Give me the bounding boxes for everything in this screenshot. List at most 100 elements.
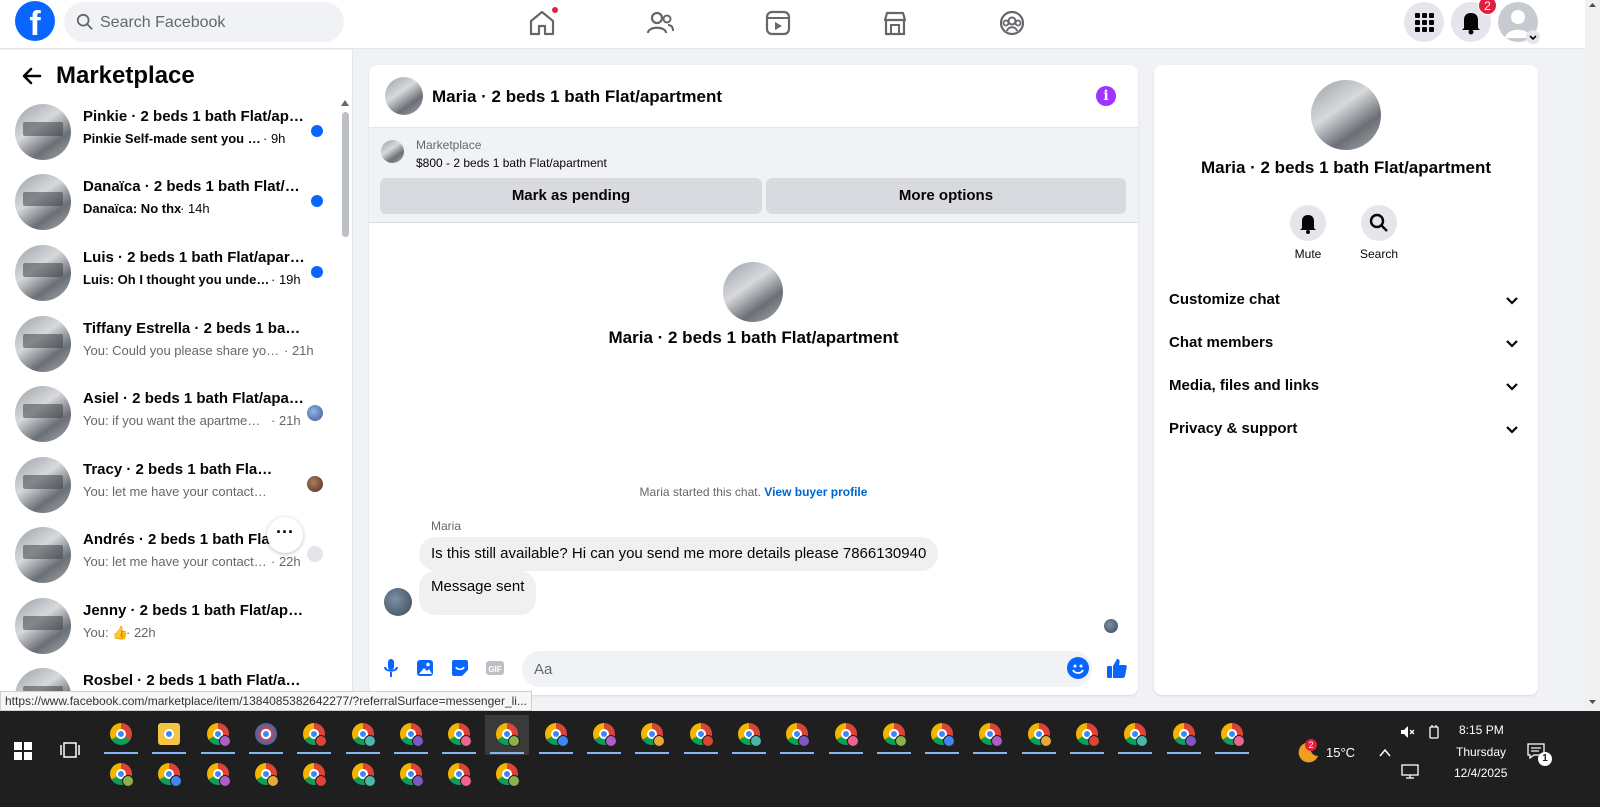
scroll-up-icon[interactable] <box>341 100 349 106</box>
taskbar-browser-window[interactable] <box>582 715 626 755</box>
conversation-item[interactable]: Danaïca · 2 beds 1 bath Flat/apartment D… <box>0 168 345 238</box>
taskbar-browser-window[interactable] <box>292 715 336 755</box>
media-files-links-section[interactable]: Media, files and links <box>1154 365 1538 408</box>
taskbar-browser-window[interactable] <box>1113 715 1157 755</box>
taskbar-browser-window[interactable] <box>244 755 288 795</box>
conversation-time: · 22h <box>271 554 301 569</box>
taskbar-browser-window[interactable] <box>485 755 529 795</box>
microphone-icon[interactable] <box>380 657 402 679</box>
message-input[interactable] <box>522 651 1092 687</box>
taskbar-browser-window[interactable] <box>824 715 868 755</box>
taskbar-browser-window[interactable] <box>99 715 143 755</box>
sticker-icon[interactable] <box>449 657 471 679</box>
taskbar-browser-window[interactable] <box>1210 715 1254 755</box>
scroll-up-icon[interactable] <box>1585 0 1600 10</box>
friends-icon[interactable] <box>645 8 675 38</box>
conversation-item[interactable]: Luis · 2 beds 1 bath Flat/apartment Luis… <box>0 239 345 309</box>
taskbar-browser-window[interactable] <box>485 715 529 755</box>
window-scrollbar[interactable] <box>1585 0 1600 710</box>
conversation-item[interactable]: Tracy · 2 beds 1 bath Flat/apartment You… <box>0 451 345 521</box>
profile-badge <box>412 735 424 747</box>
mute-button[interactable]: Mute <box>1278 205 1338 261</box>
volume-muted-icon[interactable] <box>1399 724 1415 740</box>
gif-icon[interactable]: GIF <box>484 657 506 679</box>
conversation-item[interactable]: Asiel · 2 beds 1 bath Flat/apartment You… <box>0 380 345 450</box>
profile-badge <box>412 775 424 787</box>
taskbar-browser-window[interactable] <box>775 715 819 755</box>
ellipsis-icon: ··· <box>276 522 294 542</box>
running-indicator <box>1022 752 1056 754</box>
taskbar-browser-window[interactable] <box>196 755 240 795</box>
more-options-button[interactable]: More options <box>766 178 1126 214</box>
taskbar-browser-window[interactable] <box>920 715 964 755</box>
clock-time[interactable]: 8:15 PM <box>1459 723 1504 737</box>
taskbar-browser-window[interactable] <box>630 715 674 755</box>
clock-day[interactable]: Thursday <box>1456 745 1506 759</box>
conversation-item[interactable]: Jenny · 2 beds 1 bath Flat/apartment You… <box>0 592 345 662</box>
taskbar-browser-window[interactable] <box>968 715 1012 755</box>
taskbar-browser-window[interactable] <box>1017 715 1061 755</box>
notifications-button[interactable]: 2 <box>1451 0 1497 42</box>
groups-icon[interactable] <box>997 8 1027 38</box>
scrollbar-thumb[interactable] <box>342 112 349 237</box>
home-icon[interactable] <box>527 6 559 38</box>
chat-title[interactable]: Maria · 2 beds 1 bath Flat/apartment <box>432 87 722 107</box>
back-arrow-icon[interactable] <box>20 64 44 88</box>
conversation-item[interactable]: Tiffany Estrella · 2 beds 1 bath Flat/ap… <box>0 310 345 380</box>
mark-as-pending-button[interactable]: Mark as pending <box>380 178 762 214</box>
conversation-snippet: You: let me have your contact number <box>83 484 269 499</box>
photo-icon[interactable] <box>414 657 436 679</box>
more-options-button[interactable]: ··· <box>267 517 303 553</box>
marketplace-icon[interactable] <box>880 8 910 38</box>
chat-members-section[interactable]: Chat members <box>1154 322 1538 365</box>
info-icon[interactable]: i <box>1096 86 1116 106</box>
profile-badge <box>557 735 569 747</box>
listing-thumbnail[interactable] <box>381 140 404 163</box>
menu-button[interactable] <box>1404 2 1444 42</box>
taskbar-browser-window[interactable] <box>437 715 481 755</box>
search-in-chat-button[interactable]: Search <box>1349 205 1409 261</box>
sidebar-scrollbar[interactable] <box>341 100 349 710</box>
conversation-item[interactable]: Pinkie · 2 beds 1 bath Flat/apartment Pi… <box>0 98 345 168</box>
search-bar[interactable]: Search Facebook <box>64 2 344 42</box>
taskbar-browser-window[interactable] <box>437 755 481 795</box>
clock-date[interactable]: 12/4/2025 <box>1454 766 1507 780</box>
thumbs-up-icon[interactable] <box>1105 656 1129 680</box>
chat-avatar[interactable] <box>385 77 423 115</box>
task-view-icon[interactable] <box>60 740 80 760</box>
taskbar-browser-window[interactable] <box>389 715 433 755</box>
taskbar-browser-window[interactable] <box>196 715 240 755</box>
customize-chat-section[interactable]: Customize chat <box>1154 279 1538 322</box>
battery-plug-icon[interactable] <box>1426 724 1442 740</box>
taskbar-browser-window[interactable] <box>1065 715 1109 755</box>
taskbar-browser-window[interactable] <box>872 715 916 755</box>
profile-badge <box>1185 735 1197 747</box>
emoji-icon[interactable] <box>1067 657 1089 679</box>
account-avatar[interactable] <box>1498 2 1540 44</box>
listing-thumbnail <box>15 174 71 230</box>
taskbar-browser-window[interactable] <box>244 715 288 755</box>
taskbar-browser-window[interactable] <box>389 755 433 795</box>
chat-details-panel: Maria · 2 beds 1 bath Flat/apartment Mut… <box>1154 65 1538 695</box>
taskbar-browser-window[interactable] <box>99 755 143 795</box>
facebook-logo[interactable]: f <box>15 1 55 41</box>
chevron-down-icon <box>1506 297 1518 305</box>
taskbar-browser-window[interactable] <box>147 755 191 795</box>
watch-icon[interactable] <box>763 8 793 38</box>
windows-start-icon[interactable] <box>14 742 32 760</box>
taskbar-browser-window[interactable] <box>147 715 191 755</box>
taskbar-browser-window[interactable] <box>727 715 771 755</box>
taskbar-browser-window[interactable] <box>534 715 578 755</box>
network-icon[interactable] <box>1401 763 1419 779</box>
view-buyer-profile-link[interactable]: View buyer profile <box>764 485 867 499</box>
taskbar-browser-window[interactable] <box>341 755 385 795</box>
sidebar-header: Marketplace <box>0 50 352 102</box>
chevron-up-icon[interactable] <box>1378 746 1392 760</box>
taskbar-browser-window[interactable] <box>341 715 385 755</box>
privacy-support-section[interactable]: Privacy & support <box>1154 408 1538 451</box>
listing-price[interactable]: $800 - 2 beds 1 bath Flat/apartment <box>416 156 607 170</box>
taskbar-browser-window[interactable] <box>1162 715 1206 755</box>
scroll-down-icon[interactable] <box>1585 697 1600 707</box>
taskbar-browser-window[interactable] <box>679 715 723 755</box>
taskbar-browser-window[interactable] <box>292 755 336 795</box>
